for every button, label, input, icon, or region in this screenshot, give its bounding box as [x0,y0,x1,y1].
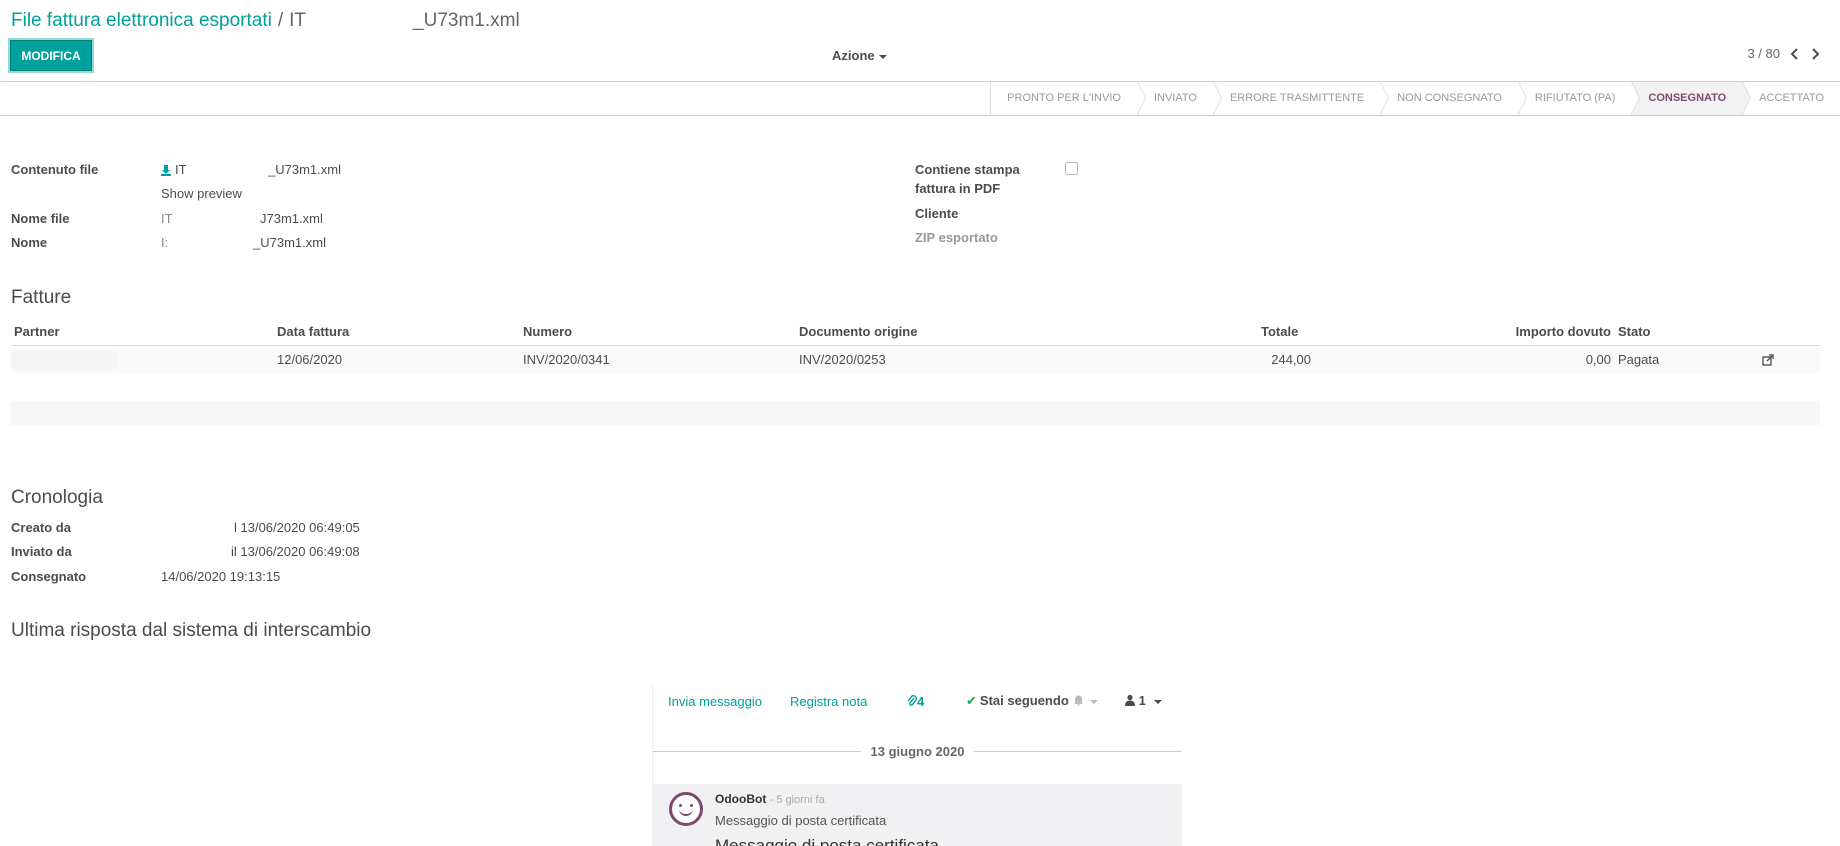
cell-state: Pagata [1618,352,1660,367]
col-state[interactable]: Stato [1618,324,1651,339]
status-stage[interactable]: PRONTO PER L'INVIO [990,82,1146,115]
col-date[interactable]: Data fattura [277,324,349,339]
zip-label: ZIP esportato [915,230,998,245]
breadcrumb-parent-link[interactable]: File fattura elettronica esportati [11,10,272,31]
name-label: Nome [11,235,48,250]
created-value: l 13/06/2020 06:49:05 [234,520,360,535]
file-download-link[interactable]: IT [161,162,187,177]
status-stage[interactable]: ERRORE TRASMITTENTE [1212,82,1390,115]
col-partner[interactable]: Partner [14,324,60,339]
control-panel: File fattura elettronica esportati / IT _U7… [0,0,1840,82]
caret-down-icon [1153,699,1162,704]
file-content-prefix: IT [175,162,187,177]
delivered-value: 14/06/2020 19:13:15 [161,569,281,584]
col-total[interactable]: Totale [1261,324,1298,339]
invoices-table-header: Partner Data fattura Numero Documento or… [11,324,1820,346]
cell-date: 12/06/2020 [277,352,343,367]
status-stage[interactable]: RIFIUTATO (PA) [1517,82,1641,115]
user-icon [1125,694,1135,706]
filename-label: Nome file [11,211,70,226]
message-subject: Messaggio di posta certificata [715,813,887,828]
action-dropdown[interactable]: Azione [832,48,887,63]
action-dropdown-label: Azione [832,48,875,63]
status-stage[interactable]: INVIATO [1136,82,1222,115]
breadcrumb-current-prefix: IT [289,10,307,31]
status-stages: PRONTO PER L'INVIO INVIATO ERRORE TRASMITT… [990,82,1840,115]
invoices-title: Fatture [11,287,72,308]
partner-redacted [11,350,119,370]
attachments-button[interactable]: 4 [907,694,924,709]
sent-label: Inviato da [11,544,72,559]
download-icon [161,165,171,176]
date-separator: 13 giugno 2020 [653,742,1182,762]
cell-origin: INV/2020/0253 [799,352,886,367]
chevron-right-icon[interactable] [1810,47,1820,60]
follow-button[interactable]: ✔ Stai seguendo [966,693,1069,709]
status-stage[interactable]: ACCETTATO [1742,82,1840,115]
cell-number: INV/2020/0341 [523,352,610,367]
caret-down-icon [1090,699,1098,704]
chatter-message: OdooBot - 5 giorni fa Messaggio di posta… [653,784,1182,846]
table-empty-row [11,401,1820,425]
followers-count: 1 [1138,693,1146,708]
col-due[interactable]: Importo dovuto [1516,324,1611,339]
created-label: Creato da [11,520,71,535]
filename-prefix: IΤ [161,211,173,226]
statusbar: PRONTO PER L'INVIO INVIATO ERRORE TRASMITT… [0,82,1840,116]
edit-button[interactable]: MODIFICA [10,40,92,71]
table-row[interactable]: 12/06/2020 INV/2020/0341 INV/2020/0253 2… [11,347,1820,373]
status-stage[interactable]: NON CONSEGNATO [1380,82,1527,115]
chatter-topbar: Invia messaggio Registra nota 4 ✔ Stai se… [653,684,1182,720]
col-number[interactable]: Numero [523,324,572,339]
following-label: Stai seguendo [979,693,1069,708]
col-origin[interactable]: Documento origine [799,324,917,339]
filename-suffix: J73m1.xml [260,211,323,226]
chevron-left-icon[interactable] [1790,47,1800,60]
message-body: Messaggio di posta certificata [715,836,939,846]
delivered-label: Consegnato [11,569,87,584]
show-preview-link[interactable]: Show preview [161,186,242,201]
customer-label: Cliente [915,206,959,221]
odoobot-avatar[interactable] [669,792,703,826]
followers-dropdown[interactable]: 1 [1125,693,1162,708]
notification-dropdown[interactable] [1073,693,1098,708]
status-stage[interactable]: CONSEGNATO [1631,82,1752,115]
history-title: Cronologia [11,487,103,508]
external-link-icon[interactable] [1762,354,1774,366]
message-author-name[interactable]: OdooBot [715,792,766,806]
log-note-button[interactable]: Registra nota [790,694,867,709]
check-icon: ✔ [966,693,977,708]
date-separator-label: 13 giugno 2020 [860,744,975,759]
attachments-count: 4 [917,694,925,709]
send-message-button[interactable]: Invia messaggio [668,694,762,709]
cell-due: 0,00 [1585,352,1611,367]
breadcrumb: File fattura elettronica esportati / IT _U7… [11,10,520,32]
pdf-label-line2: fattura in PDF [915,181,1001,196]
name-prefix: I: [161,235,169,250]
pdf-checkbox[interactable] [1065,162,1078,175]
file-content-label: Contenuto file [11,162,99,177]
file-content-suffix[interactable]: _U73m1.xml [268,162,341,177]
message-time: - 5 giorni fa [769,794,825,806]
bell-icon [1074,695,1083,706]
message-author: OdooBot - 5 giorni fa [715,792,825,806]
caret-down-icon [878,54,887,59]
name-suffix: _U73m1.xml [253,235,326,250]
last-response-title: Ultima risposta dal sistema di interscam… [11,620,372,641]
breadcrumb-separator: / [277,10,284,31]
paperclip-icon [907,695,917,706]
pager-value[interactable]: 3 / 80 [1747,46,1780,61]
sent-value: il 13/06/2020 06:49:08 [231,544,360,559]
pager: 3 / 80 [1747,46,1820,61]
chatter: Invia messaggio Registra nota 4 ✔ Stai se… [652,684,1182,846]
breadcrumb-current-suffix: _U73m1.xml [413,10,520,31]
pdf-label-line1: Contiene stampa [915,162,1020,177]
cell-total: 244,00 [1271,352,1311,367]
